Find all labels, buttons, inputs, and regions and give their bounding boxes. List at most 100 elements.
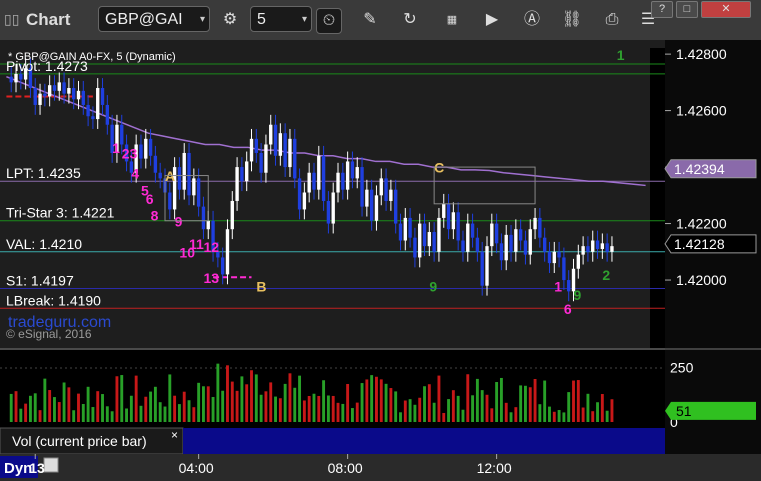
volume-bar: [91, 407, 95, 422]
volume-bar: [495, 382, 499, 422]
toolbar: ▯▯ Chart GBP@GAI ▾ ⚙ 5 ▾ ⏲ ✎ ↻ ▦ ▶ Ⓐ ⛓ ⎙…: [0, 0, 761, 41]
candle-body: [586, 246, 590, 252]
volume-bar: [302, 400, 306, 422]
volume-bar: [182, 391, 186, 422]
chevron-down-icon: ▾: [199, 14, 205, 25]
candle-body: [432, 232, 436, 252]
sequence-marker: A: [165, 168, 175, 184]
candle-body: [504, 234, 508, 261]
volume-bar: [480, 390, 484, 422]
sequence-marker: 1: [554, 278, 562, 294]
keypad-icon[interactable]: ▦: [440, 8, 464, 32]
candle-body: [177, 167, 182, 190]
volume-bar: [57, 402, 61, 422]
volume-bar: [153, 386, 157, 422]
refresh-icon[interactable]: ↻: [398, 8, 422, 32]
candle-body: [490, 223, 494, 247]
volume-bar: [475, 378, 479, 422]
volume-bar: [230, 381, 234, 422]
volume-bar: [375, 376, 378, 422]
clock-icon[interactable]: ⏲: [316, 8, 342, 34]
level-label: Tri-Star 3: 1.4221: [6, 205, 115, 221]
chevron-down-icon: ▾: [301, 14, 307, 25]
volume-bar: [548, 406, 551, 422]
candle-body: [499, 243, 504, 261]
volume-bar: [81, 403, 85, 422]
volume-bar: [158, 402, 162, 422]
volume-bar: [336, 402, 340, 422]
candle-body: [196, 178, 201, 207]
volume-bar: [370, 375, 374, 422]
volume-bar: [53, 397, 56, 422]
volume-bar: [399, 412, 402, 422]
volume-bar: [283, 383, 287, 422]
time-tick-label: 04:00: [179, 460, 214, 476]
volume-bar: [245, 384, 249, 422]
volume-bar: [240, 376, 244, 422]
volume-bar: [447, 399, 450, 422]
alert-icon[interactable]: Ⓐ: [520, 8, 544, 32]
volume-bar: [202, 386, 205, 422]
volume-bar: [350, 408, 354, 422]
pencil-icon[interactable]: ✎: [358, 8, 382, 32]
volume-bar: [341, 403, 345, 422]
candle-body: [418, 223, 422, 258]
volume-bar: [519, 385, 523, 422]
candle-body: [307, 172, 311, 193]
candle-body: [278, 133, 283, 156]
close-button[interactable]: ✕: [701, 1, 751, 18]
volume-bar: [33, 393, 37, 422]
volume-bar: [264, 391, 268, 422]
candle-body: [254, 138, 258, 153]
help-button[interactable]: ?: [651, 1, 673, 18]
volume-bar: [572, 380, 575, 422]
volume-bar: [504, 402, 508, 422]
volume-bar: [312, 393, 316, 422]
volume-bar: [485, 394, 489, 422]
candle-body: [567, 280, 571, 292]
volume-bar: [105, 406, 109, 422]
candle-body: [206, 220, 210, 230]
close-icon[interactable]: ×: [171, 428, 178, 442]
play-icon[interactable]: ▶: [480, 8, 504, 32]
candle-body: [528, 229, 532, 255]
interval-field[interactable]: 5 ▾: [250, 6, 312, 32]
volume-bar: [379, 379, 383, 422]
level-label: VAL: 1.4210: [6, 236, 82, 252]
candle-body: [470, 223, 475, 238]
candle-body: [394, 189, 398, 224]
level-label: Pivot: 1.4273: [6, 58, 88, 74]
copyright-text: © eSignal, 2016: [6, 327, 92, 341]
maximize-button[interactable]: □: [676, 1, 698, 18]
volume-bar: [605, 410, 609, 422]
calendar-icon[interactable]: [43, 457, 59, 473]
sequence-marker: 4: [131, 165, 139, 181]
volume-bar: [442, 412, 446, 422]
volume-bar: [437, 375, 441, 422]
candle-body: [365, 189, 369, 207]
print-icon[interactable]: ⎙: [600, 8, 624, 32]
sequence-marker: 2: [602, 267, 610, 283]
candle-body: [201, 206, 206, 230]
candle-body: [509, 234, 513, 252]
candle-body: [413, 237, 417, 258]
indicator-label: Vol (current price bar): [12, 433, 147, 449]
volume-bar: [129, 395, 133, 422]
candle-body: [269, 124, 273, 145]
sequence-marker: 8: [151, 208, 159, 224]
candle-body: [33, 88, 37, 105]
candle-body: [91, 116, 95, 120]
sequence-marker: B: [256, 278, 266, 294]
settings-icon[interactable]: ⚙: [218, 8, 242, 32]
volume-bar: [278, 398, 282, 422]
sequence-marker: 1: [617, 47, 625, 63]
candle-body: [230, 200, 234, 230]
volume-bar: [77, 393, 80, 422]
candle-body: [120, 124, 124, 145]
volume-bar: [524, 385, 527, 422]
volume-bar: [206, 386, 210, 422]
symbol-field[interactable]: GBP@GAI ▾: [98, 6, 210, 32]
candle-body: [86, 104, 90, 117]
candle-body: [293, 138, 297, 179]
link-icon[interactable]: ⛓: [560, 8, 584, 32]
